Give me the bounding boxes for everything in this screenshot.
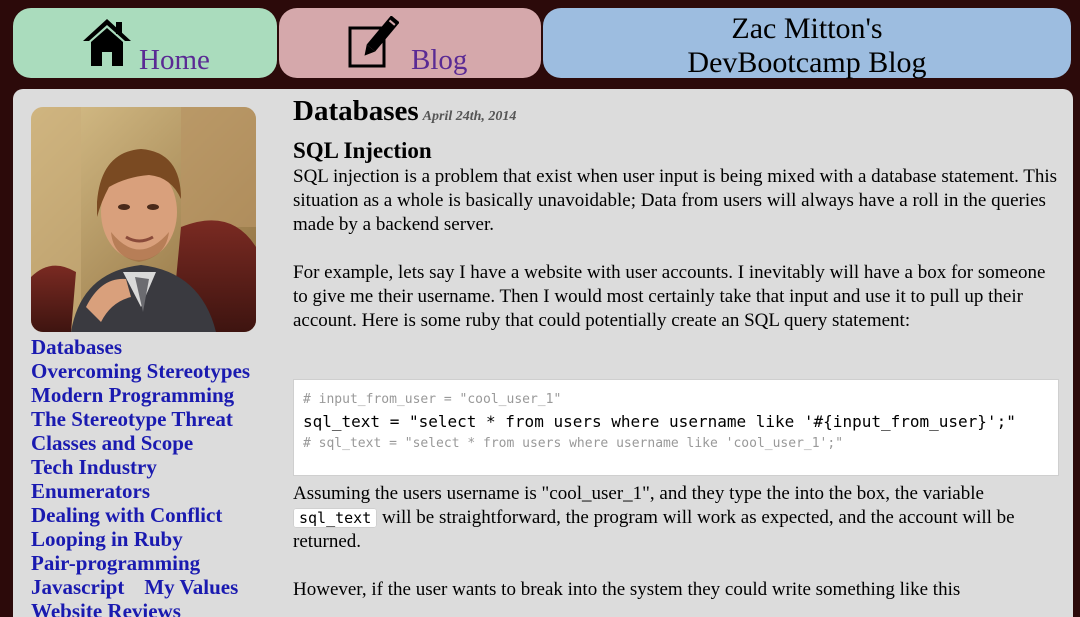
code-line-2: sql_text = "select * from users where us… [303,412,1016,431]
home-nav-label: Home [139,44,210,76]
author-photo-image [31,107,256,332]
sidebar-link-website-reviews[interactable]: Website Reviews [31,599,271,617]
page: Home Blog Zac Mitton's DevBootcamp Blog [0,0,1080,617]
home-icon [83,19,131,66]
site-title-line-2: DevBootcamp Blog [687,46,927,79]
sidebar-inline-row: Javascript My Values [31,575,271,599]
sidebar-link-pair-programming[interactable]: Pair-programming [31,551,271,575]
sidebar-link-stereotype-threat[interactable]: The Stereotype Threat [31,407,271,431]
sidebar-link-looping-in-ruby[interactable]: Looping in Ruby [31,527,271,551]
paragraph-3: Assuming the users username is "cool_use… [293,482,1063,554]
blog-post: Databases April 24th, 2014 SQL Injection … [293,94,1063,602]
sidebar-link-enumerators[interactable]: Enumerators [31,479,271,503]
paragraph-3-before: Assuming the users username is "cool_use… [293,483,984,504]
paragraph-3-after: will be straightforward, the program wil… [293,507,1015,552]
code-block: # input_from_user = "cool_user_1" sql_te… [293,379,1059,476]
post-title: Databases [293,95,419,127]
paragraph-4: However, if the user wants to break into… [293,579,961,600]
paragraph-2: For example, lets say I have a website w… [293,262,1046,331]
post-title-heading: Databases April 24th, 2014 [293,94,1063,134]
author-photo [31,107,256,332]
sidebar-link-tech-industry[interactable]: Tech Industry [31,455,271,479]
pencil-note-icon [348,16,399,68]
site-title-banner: Zac Mitton's DevBootcamp Blog [543,8,1071,79]
paragraph-1: SQL injection is a problem that exist wh… [293,166,1058,235]
post-list-sidebar: Databases Overcoming Stereotypes Modern … [31,335,271,617]
sidebar-link-my-values[interactable]: My Values [144,575,238,599]
post-date: April 24th, 2014 [422,109,517,124]
sidebar-link-modern-programming[interactable]: Modern Programming [31,383,271,407]
code-line-3: # sql_text = "select * from users where … [303,436,844,451]
blog-nav-label: Blog [411,44,468,76]
main-panel: Databases Overcoming Stereotypes Modern … [13,89,1073,617]
home-nav-button[interactable]: Home [13,8,277,78]
inline-code-sql-text: sql_text [293,508,378,528]
sidebar-link-overcoming-stereotypes[interactable]: Overcoming Stereotypes [31,359,271,383]
sidebar-link-javascript[interactable]: Javascript [31,575,124,599]
site-title-line-1: Zac Mitton's [731,12,883,45]
section-title: SQL Injection [293,138,432,163]
blog-nav-button[interactable]: Blog [279,8,541,78]
sidebar-link-dealing-with-conflict[interactable]: Dealing with Conflict [31,503,271,527]
sidebar-link-databases[interactable]: Databases [31,335,271,359]
sidebar-link-classes-and-scope[interactable]: Classes and Scope [31,431,271,455]
code-line-1: # input_from_user = "cool_user_1" [303,392,562,407]
paragraph-spacer-2 [293,554,1063,578]
